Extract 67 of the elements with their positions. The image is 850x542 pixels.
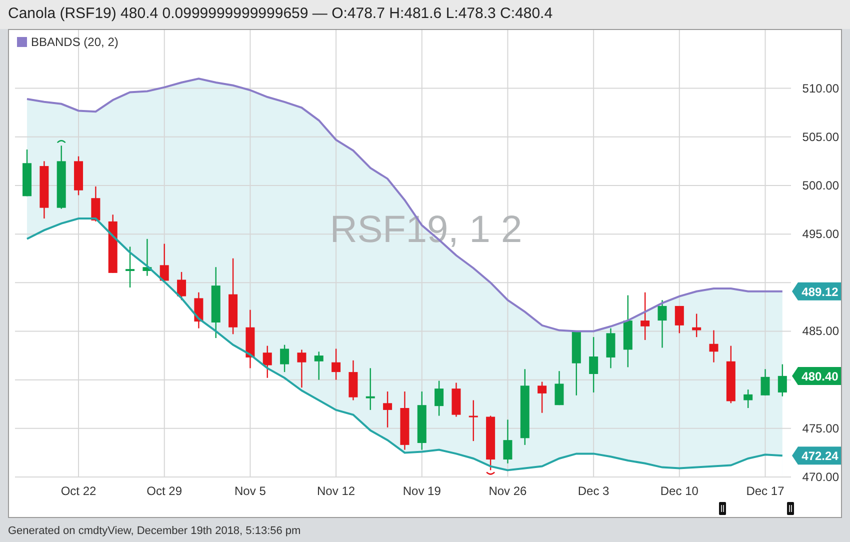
rising-candle bbox=[126, 246, 135, 288]
falling-candle bbox=[709, 330, 718, 362]
x-axis-label: Dec 17 bbox=[746, 484, 784, 498]
x-axis-label: Nov 19 bbox=[402, 484, 441, 498]
rising-candle bbox=[22, 150, 32, 196]
chart-title: Canola (RSF19) 480.4 0.0999999999999659 — O:478.7 H:481.6 L:478.3 C:480.4 bbox=[0, 0, 850, 29]
y-axis-label: 470.00 bbox=[802, 470, 839, 484]
x-axis-label: Oct 22 bbox=[60, 484, 96, 498]
range-handle-icon[interactable] bbox=[787, 502, 794, 515]
rising-candle bbox=[503, 420, 512, 464]
falling-candle bbox=[194, 292, 204, 328]
falling-candle bbox=[383, 391, 392, 428]
price-tag: 472.24 bbox=[792, 446, 841, 465]
y-axis-label: 495.00 bbox=[802, 227, 839, 242]
falling-candle bbox=[640, 292, 650, 340]
rising-candle bbox=[56, 146, 66, 209]
rising-candle bbox=[366, 368, 375, 410]
rising-candle bbox=[572, 331, 581, 396]
rising-candle bbox=[554, 371, 564, 406]
y-axis-label: 500.00 bbox=[802, 178, 839, 192]
falling-candle bbox=[452, 382, 461, 417]
x-axis-label: Dec 3 bbox=[578, 484, 610, 498]
y-axis-label: 485.00 bbox=[802, 324, 839, 338]
x-axis-label: Nov 5 bbox=[234, 484, 266, 498]
falling-candle bbox=[177, 272, 186, 300]
y-axis-label: 510.00 bbox=[802, 81, 839, 96]
falling-candle bbox=[246, 310, 255, 368]
falling-candle bbox=[400, 391, 410, 450]
rising-candle bbox=[211, 267, 220, 338]
falling-candle bbox=[692, 314, 702, 338]
falling-candle bbox=[726, 346, 736, 404]
falling-candle bbox=[74, 156, 84, 196]
falling-candle bbox=[348, 360, 358, 400]
rising-candle bbox=[658, 300, 667, 348]
price-tag: 480.40 bbox=[792, 366, 841, 385]
rising-candle bbox=[744, 390, 753, 408]
x-axis-label: Nov 26 bbox=[488, 484, 527, 498]
falling-candle bbox=[91, 186, 100, 222]
x-axis-label: Nov 12 bbox=[317, 484, 356, 498]
rising-candle bbox=[142, 238, 152, 276]
rising-candle bbox=[778, 364, 787, 396]
rising-candle bbox=[589, 337, 598, 392]
y-axis-label: 475.00 bbox=[802, 421, 839, 436]
rising-candle bbox=[280, 344, 290, 372]
footer-text: Generated on cmdtyView, December 19th 2018, 5:13:56 pm bbox=[7, 524, 302, 539]
falling-candle bbox=[262, 346, 272, 378]
low-marker-icon bbox=[486, 472, 495, 475]
high-marker-icon bbox=[56, 140, 66, 144]
falling-candle bbox=[486, 416, 496, 470]
legend-label: BBANDS (20, 2) bbox=[31, 34, 118, 51]
rising-candle bbox=[434, 380, 444, 416]
falling-candle bbox=[40, 161, 49, 219]
falling-candle bbox=[160, 244, 169, 283]
rising-candle bbox=[314, 352, 324, 380]
x-axis-label: Oct 29 bbox=[146, 484, 182, 498]
rising-candle bbox=[606, 328, 616, 368]
falling-candle bbox=[332, 348, 341, 380]
x-axis-label: Dec 10 bbox=[660, 484, 698, 498]
falling-candle bbox=[468, 400, 478, 442]
rising-candle bbox=[417, 391, 426, 450]
y-axis-label: 505.00 bbox=[802, 130, 839, 144]
price-tag: 489.12 bbox=[792, 282, 841, 300]
falling-candle bbox=[297, 350, 306, 388]
falling-candle bbox=[538, 382, 547, 413]
range-handle-icon[interactable] bbox=[719, 502, 726, 515]
rising-candle bbox=[760, 369, 770, 396]
falling-candle bbox=[674, 306, 684, 334]
